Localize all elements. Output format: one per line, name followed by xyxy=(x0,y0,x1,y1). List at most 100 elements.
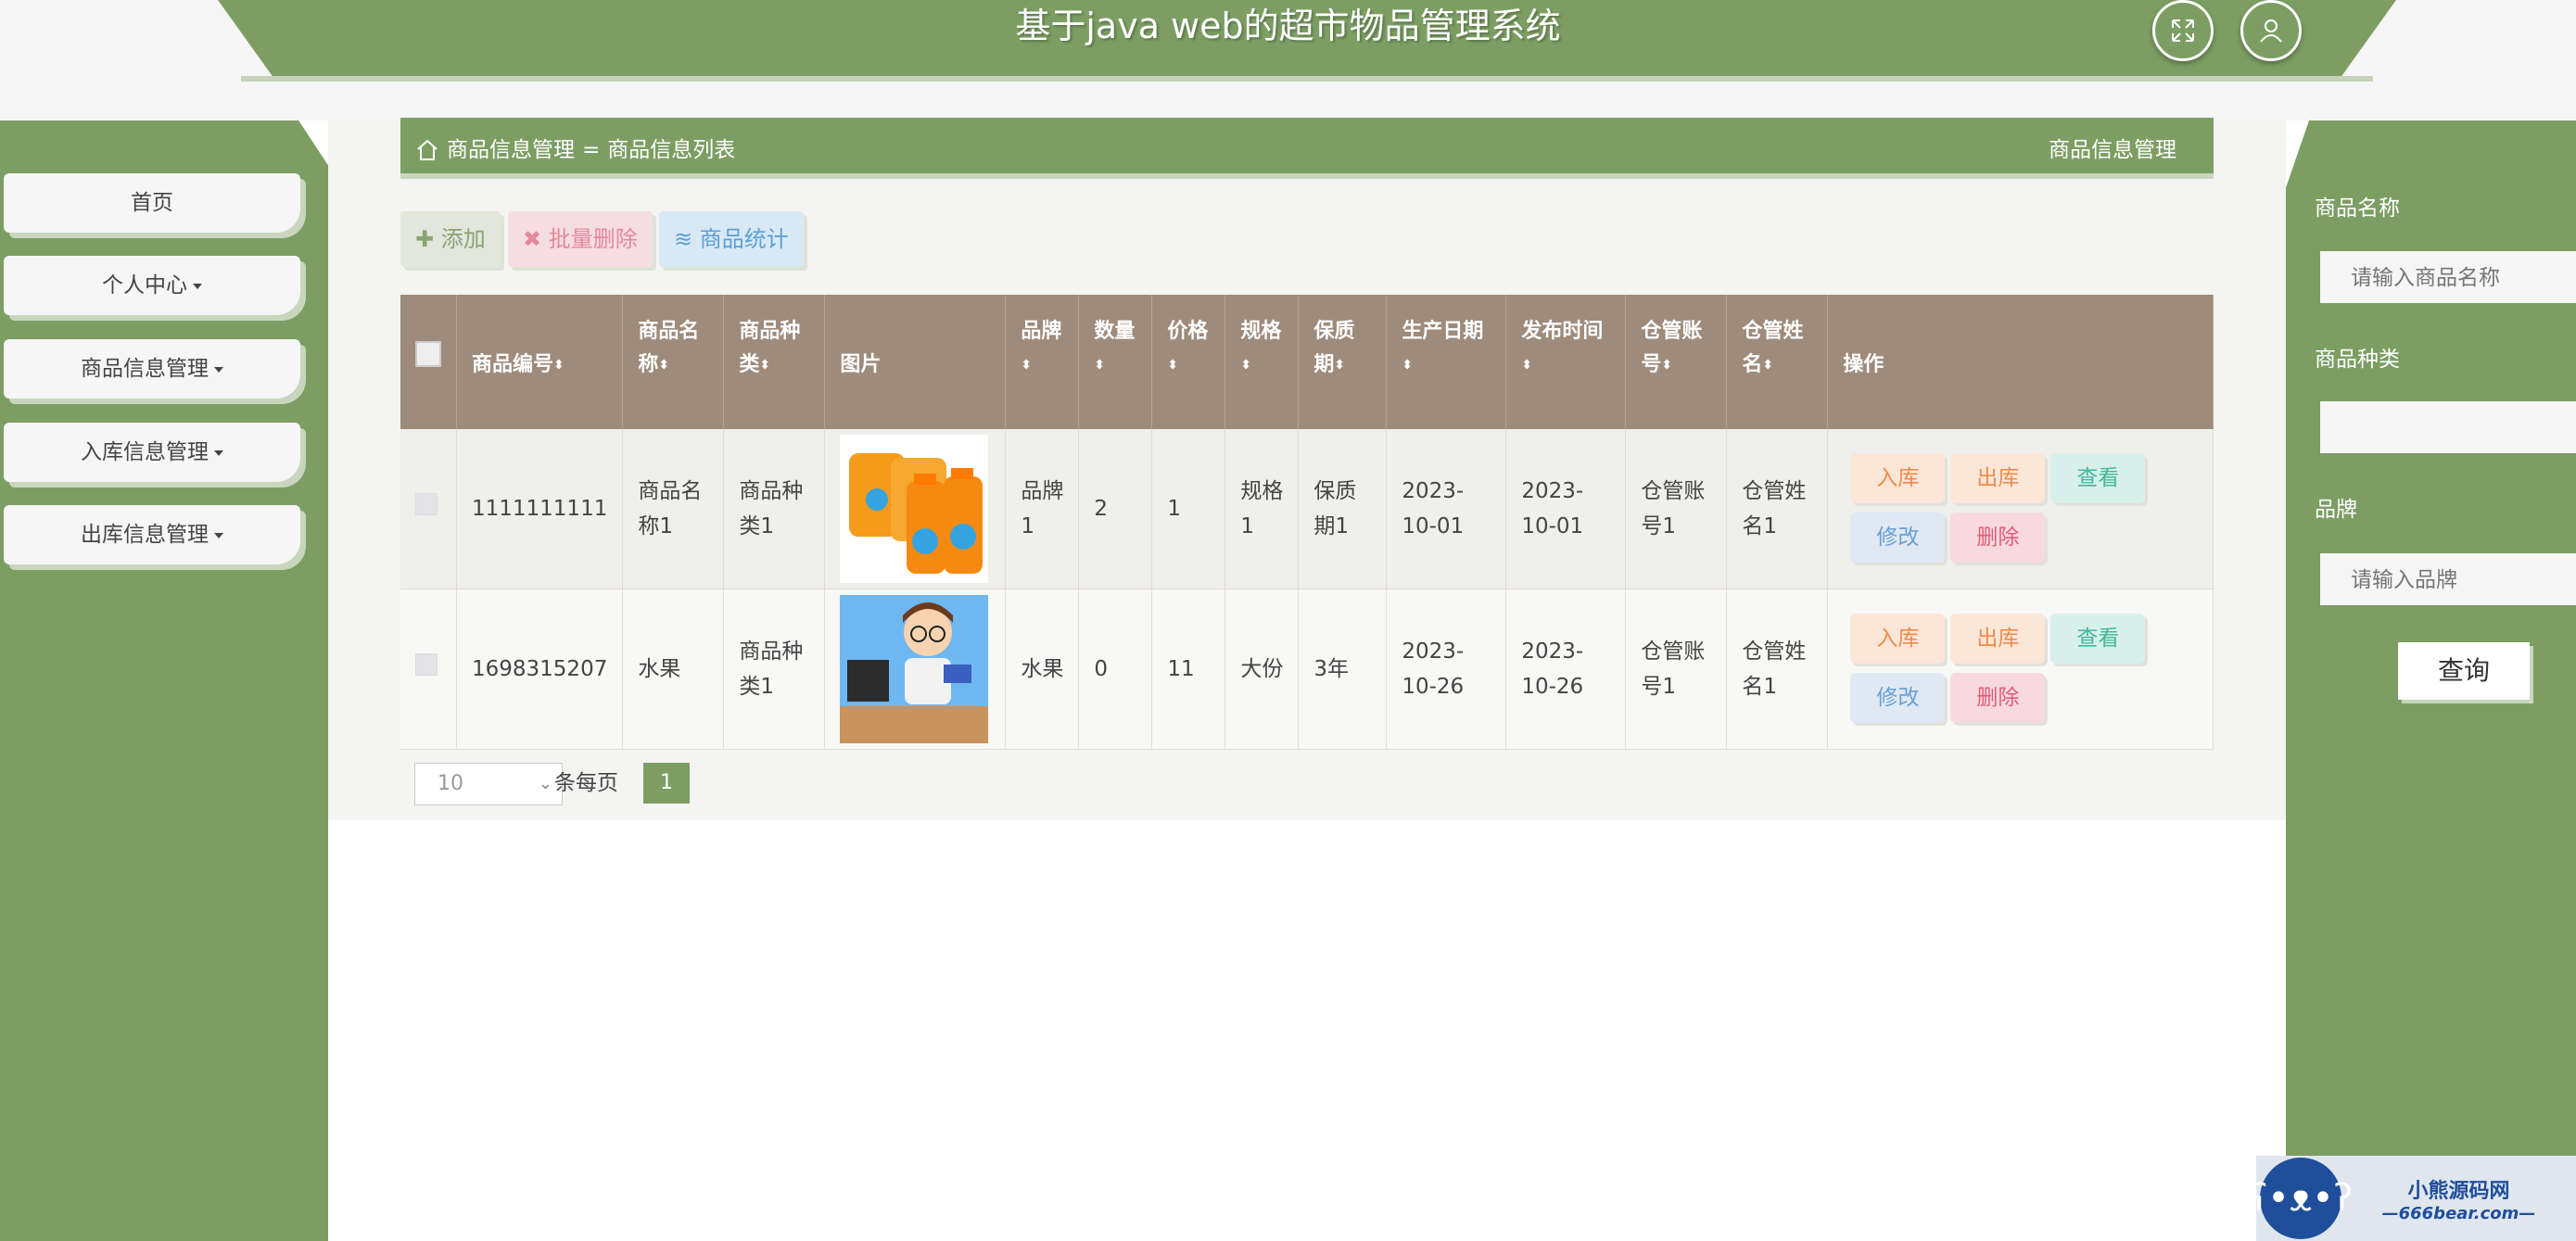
goods-stats-label: 商品统计 xyxy=(699,226,789,252)
user-icon xyxy=(2260,19,2282,43)
cell-operations: 入库 出库 查看 修改 删除 xyxy=(1827,589,2214,750)
cell-qty: 2 xyxy=(1078,429,1153,589)
cell-code: 1698315207 xyxy=(456,589,624,750)
view-button[interactable]: 查看 xyxy=(2050,614,2146,664)
breadcrumb-level1[interactable]: 商品信息管理 xyxy=(447,118,575,183)
cell-warehouse-name: 仓管姓名1 xyxy=(1726,589,1829,750)
fullscreen-button[interactable] xyxy=(2152,0,2214,61)
select-all-checkbox[interactable] xyxy=(415,341,441,367)
col-code[interactable]: 商品编号⬍ xyxy=(456,295,624,429)
cell-code: 1111111111 xyxy=(456,429,624,589)
col-publish-time[interactable]: 发布时间 ⬍ xyxy=(1505,295,1627,429)
breadcrumb-separator: = xyxy=(582,138,601,162)
search-name-label: 商品名称 xyxy=(2315,196,2400,221)
view-button[interactable]: 查看 xyxy=(2050,453,2146,503)
page-number-button[interactable]: 1 xyxy=(643,763,690,804)
col-price[interactable]: 价格 ⬍ xyxy=(1151,295,1226,429)
breadcrumb-right-title: 商品信息管理 xyxy=(2049,138,2176,162)
stock-in-button[interactable]: 入库 xyxy=(1850,614,1946,664)
site-watermark: ʕ•ᴥ•ʔ 小熊源码网 —666bear.com— xyxy=(2249,1156,2576,1241)
col-operations: 操作 xyxy=(1827,295,2214,429)
breadcrumb-level2: 商品信息列表 xyxy=(607,138,736,162)
col-name[interactable]: 商品名称⬍ xyxy=(622,295,725,429)
search-kind-input[interactable] xyxy=(2320,401,2576,453)
row-checkbox[interactable] xyxy=(415,653,438,676)
col-production-date[interactable]: 生产日期 ⬍ xyxy=(1386,295,1507,429)
user-button[interactable] xyxy=(2240,0,2302,61)
page-size-value: 10 xyxy=(438,772,463,795)
add-button[interactable]: ✚ 添加 xyxy=(400,211,501,267)
caret-down-icon xyxy=(193,283,202,289)
search-brand-label: 品牌 xyxy=(2315,498,2357,522)
goods-table: 商品编号⬍ 商品名称⬍ 商品种类⬍ 图片 品牌 ⬍ 数量 ⬍ 价格 ⬍ 规格 ⬍ 保质期… xyxy=(400,295,2214,750)
per-page-label: 条每页 xyxy=(554,771,618,795)
cell-warehouse-account: 仓管账号1 xyxy=(1625,429,1728,589)
table-row: 1698315207 水果 商品种类1 水果 0 11 大份 3年 2023-1… xyxy=(400,589,2214,750)
cell-brand: 品牌1 xyxy=(1005,429,1080,589)
cell-price: 11 xyxy=(1151,589,1226,750)
cell-warehouse-name: 仓管姓名1 xyxy=(1726,429,1829,589)
sidebar-item-label: 个人中心 xyxy=(102,273,187,298)
edit-button[interactable]: 修改 xyxy=(1850,673,1946,723)
sort-icon: ⬍ xyxy=(1521,358,1533,373)
search-kind-label: 商品种类 xyxy=(2315,348,2400,372)
cell-kind: 商品种类1 xyxy=(723,589,826,750)
database-icon: ≋ xyxy=(674,226,700,252)
stock-in-button[interactable]: 入库 xyxy=(1850,453,1946,503)
sort-icon: ⬍ xyxy=(658,358,670,373)
sidebar-item-label: 出库信息管理 xyxy=(81,523,209,547)
caret-down-icon xyxy=(214,532,223,538)
sort-icon: ⬍ xyxy=(1762,358,1774,373)
col-qty[interactable]: 数量 ⬍ xyxy=(1078,295,1153,429)
col-spec[interactable]: 规格 ⬍ xyxy=(1225,295,1300,429)
sidebar-item-label: 商品信息管理 xyxy=(81,357,209,381)
page-size-select[interactable]: 10 ⌄ xyxy=(414,763,563,805)
sidebar-item-goods-management[interactable]: 商品信息管理 xyxy=(4,339,300,399)
table-header-row: 商品编号⬍ 商品名称⬍ 商品种类⬍ 图片 品牌 ⬍ 数量 ⬍ 价格 ⬍ 规格 ⬍ 保质期… xyxy=(400,295,2214,429)
sidebar-item-stock-in-management[interactable]: 入库信息管理 xyxy=(4,423,300,482)
cell-qty: 0 xyxy=(1078,589,1153,750)
batch-delete-button[interactable]: ✖ 批量删除 xyxy=(508,211,653,267)
cell-brand: 水果 xyxy=(1005,589,1080,750)
search-brand-input[interactable] xyxy=(2320,553,2576,605)
cell-publish-time: 2023-10-01 xyxy=(1505,429,1627,589)
watermark-line1: 小熊源码网 xyxy=(2407,1179,2510,1203)
row-checkbox[interactable] xyxy=(415,493,438,515)
delete-button[interactable]: 删除 xyxy=(1950,513,2046,563)
sort-icon: ⬍ xyxy=(1094,358,1106,373)
stock-out-button[interactable]: 出库 xyxy=(1950,614,2046,664)
sidebar-item-home[interactable]: 首页 xyxy=(4,173,300,233)
sidebar-item-personal-center[interactable]: 个人中心 xyxy=(4,256,300,315)
sidebar-item-label: 入库信息管理 xyxy=(81,440,209,464)
col-warehouse-name[interactable]: 仓管姓名⬍ xyxy=(1726,295,1829,429)
col-shelf-life[interactable]: 保质期⬍ xyxy=(1298,295,1388,429)
cell-name: 水果 xyxy=(622,589,725,750)
col-brand[interactable]: 品牌 ⬍ xyxy=(1005,295,1080,429)
delete-button[interactable]: 删除 xyxy=(1950,673,2046,723)
watermark-line2: —666bear.com— xyxy=(2381,1203,2536,1223)
product-image-orange-juice[interactable] xyxy=(840,435,989,583)
bear-logo-icon: ʕ•ᴥ•ʔ xyxy=(2249,1158,2353,1239)
batch-delete-label: 批量删除 xyxy=(548,226,638,252)
col-warehouse-account[interactable]: 仓管账号⬍ xyxy=(1625,295,1728,429)
cell-production-date: 2023-10-01 xyxy=(1386,429,1507,589)
sort-icon: ⬍ xyxy=(1334,358,1346,373)
col-image: 图片 xyxy=(824,295,1007,429)
cell-publish-time: 2023-10-26 xyxy=(1505,589,1627,750)
search-name-input[interactable] xyxy=(2320,251,2576,303)
product-image-cartoon-programmer[interactable] xyxy=(840,595,989,743)
edit-button[interactable]: 修改 xyxy=(1850,513,1946,563)
sort-icon: ⬍ xyxy=(1402,358,1414,373)
goods-stats-button[interactable]: ≋ 商品统计 xyxy=(659,211,804,267)
cell-spec: 规格1 xyxy=(1225,429,1300,589)
home-icon xyxy=(417,139,438,160)
query-button[interactable]: 查询 xyxy=(2398,642,2530,700)
stock-out-button[interactable]: 出库 xyxy=(1950,453,2046,503)
select-all-cell xyxy=(400,295,457,429)
sort-icon: ⬍ xyxy=(1021,358,1033,373)
sidebar-item-stock-out-management[interactable]: 出库信息管理 xyxy=(4,505,300,564)
breadcrumb: 商品信息管理 = 商品信息列表 商品信息管理 xyxy=(400,118,2214,173)
sort-icon: ⬍ xyxy=(1167,358,1179,373)
cell-operations: 入库 出库 查看 修改 删除 xyxy=(1827,429,2214,589)
col-kind[interactable]: 商品种类⬍ xyxy=(723,295,826,429)
